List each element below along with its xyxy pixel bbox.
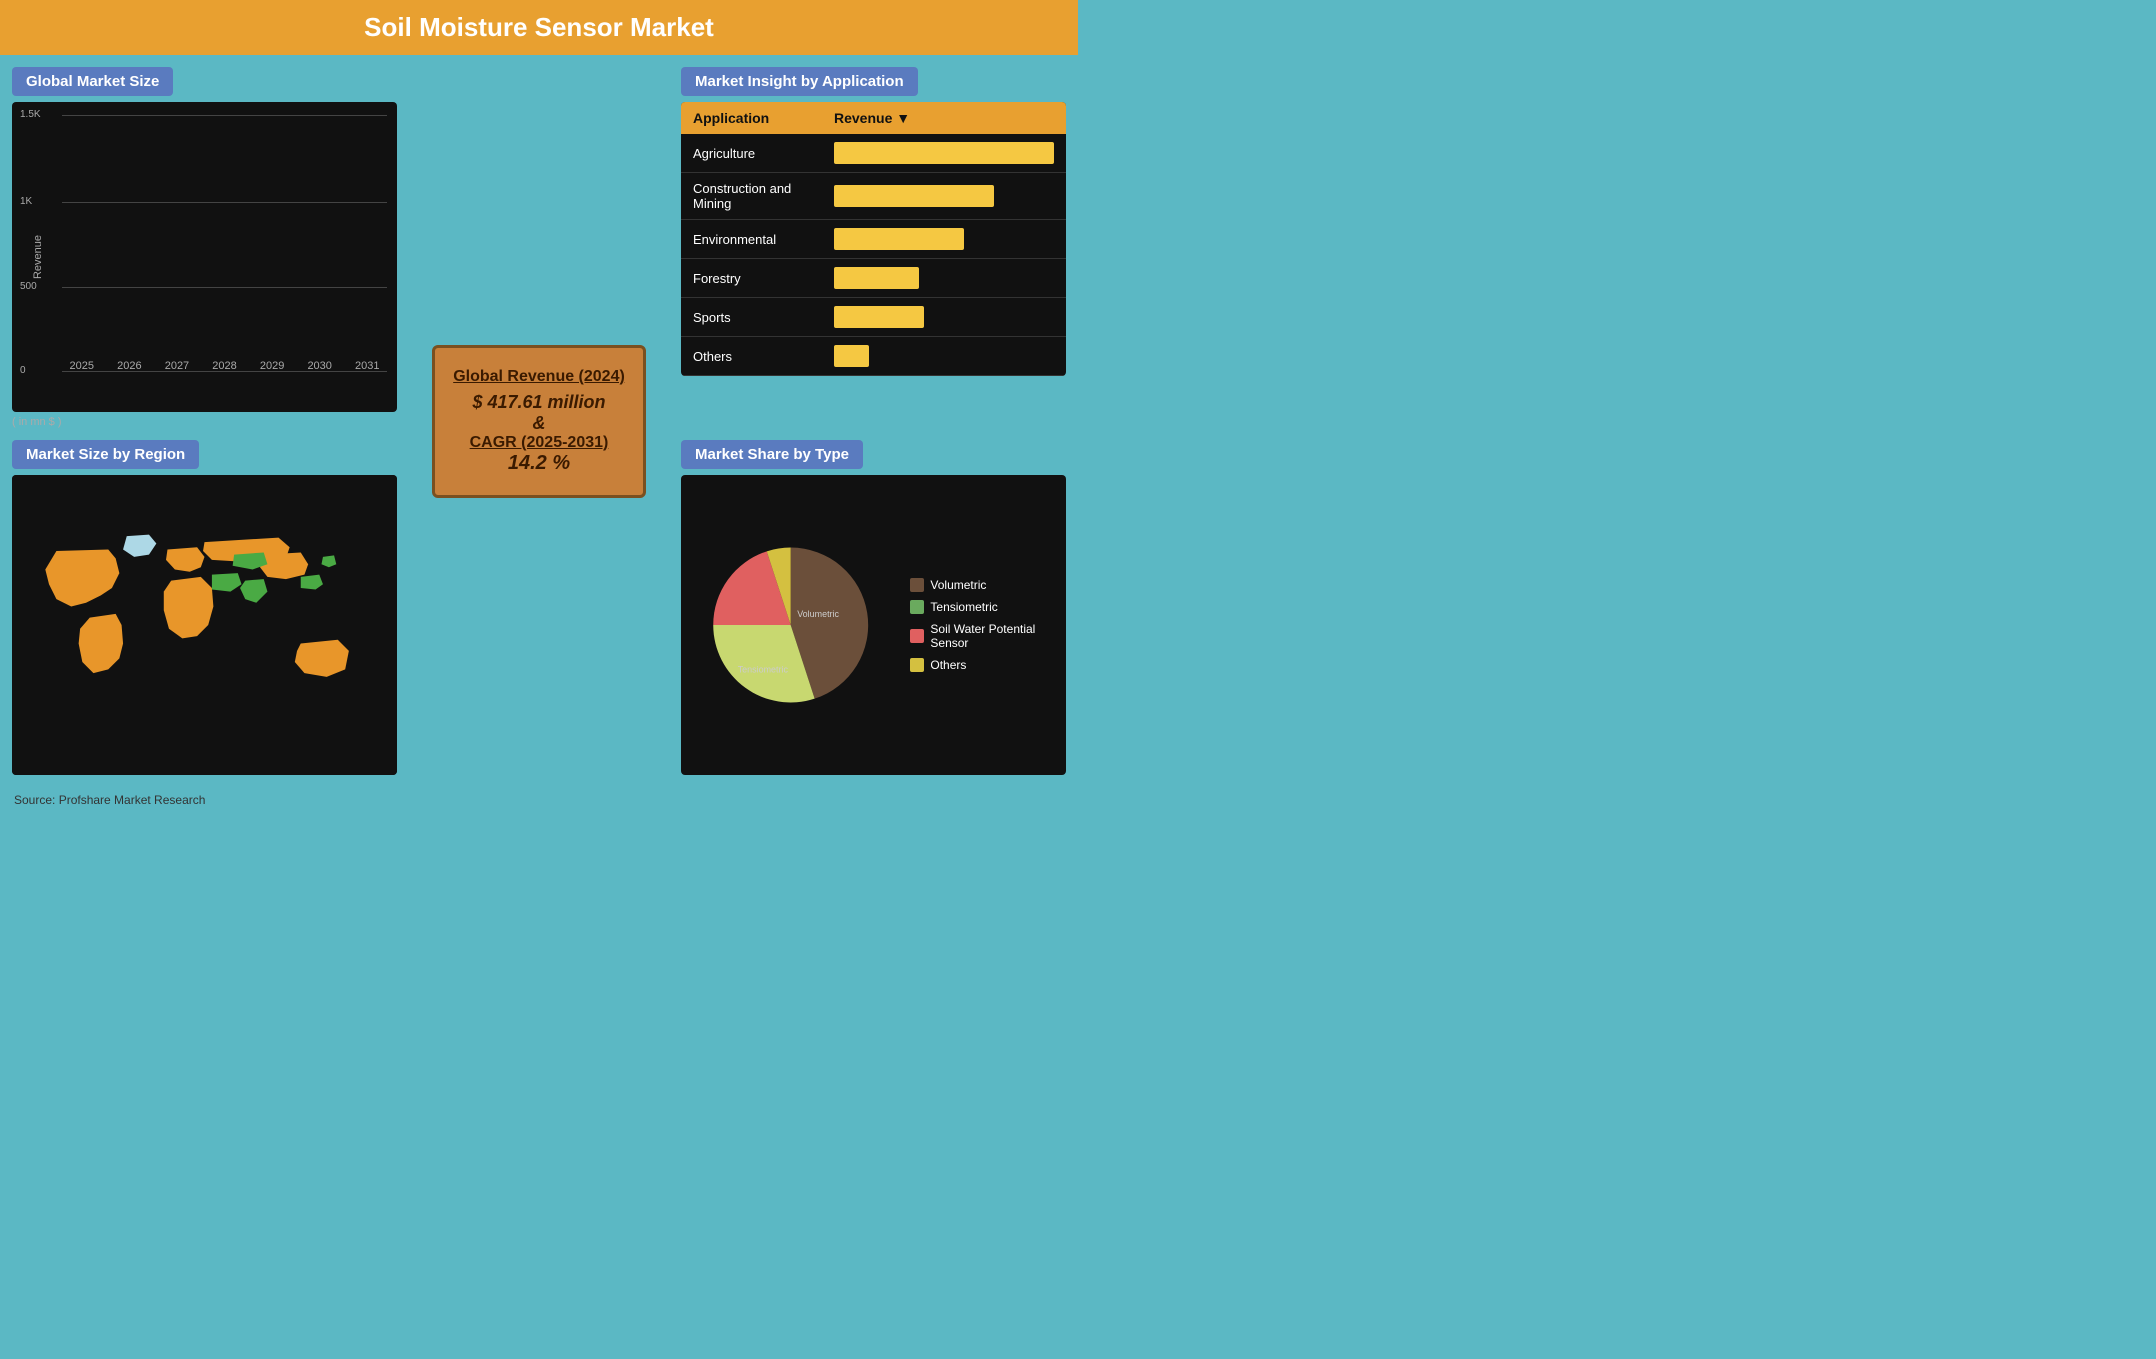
bar-2025-label: 2025 xyxy=(70,360,94,372)
app-bar-environmental xyxy=(822,220,1066,259)
type-label: Market Share by Type xyxy=(681,440,863,469)
center-column: Global Revenue (2024) $ 417.61 million &… xyxy=(409,67,669,775)
global-revenue-box: Global Revenue (2024) $ 417.61 million &… xyxy=(432,345,646,498)
region-section: Market Size by Region xyxy=(12,440,397,775)
cagr-label: CAGR (2025-2031) xyxy=(453,434,625,452)
legend-dot-tensiometric xyxy=(910,600,924,614)
legend-label-tensiometric: Tensiometric xyxy=(930,600,997,614)
col-application: Application xyxy=(681,102,822,134)
svg-text:Tensiometric: Tensiometric xyxy=(738,664,789,674)
app-bar-rect-environmental xyxy=(834,228,964,250)
india xyxy=(240,579,267,603)
bar-2028-label: 2028 xyxy=(212,360,236,372)
north-america xyxy=(45,549,119,606)
app-bar-forestry xyxy=(822,259,1066,298)
app-row-agriculture: Agriculture xyxy=(681,134,1066,173)
app-section-label: Market Insight by Application xyxy=(681,67,918,96)
legend-dot-volumetric xyxy=(910,578,924,592)
app-row-others: Others xyxy=(681,337,1066,376)
region-label: Market Size by Region xyxy=(12,440,199,469)
bar-2028: 2028 xyxy=(205,356,245,372)
bar-2031-label: 2031 xyxy=(355,360,379,372)
app-name-environmental: Environmental xyxy=(681,220,822,259)
south-america xyxy=(79,614,123,673)
middle-east xyxy=(212,573,242,592)
footer: Source: Profshare Market Research xyxy=(0,787,1078,813)
app-bar-others xyxy=(822,337,1066,376)
app-bar-construction xyxy=(822,173,1066,220)
se-asia xyxy=(301,575,323,590)
revenue-value: $ 417.61 million xyxy=(453,392,625,413)
chart-note: ( in mn $ ) xyxy=(12,416,397,428)
bars-container: 2025 2026 2027 2028 2029 xyxy=(62,116,387,372)
china xyxy=(260,552,308,579)
bar-2025: 2025 xyxy=(62,356,102,372)
app-name-construction: Construction and Mining xyxy=(681,173,822,220)
bar-2029: 2029 xyxy=(252,356,292,372)
app-bar-rect-sports xyxy=(834,306,924,328)
map-container xyxy=(12,475,397,775)
legend-dot-others xyxy=(910,658,924,672)
app-bar-rect-forestry xyxy=(834,267,919,289)
legend-volumetric: Volumetric xyxy=(910,578,1046,592)
pie-container: Volumetric Tensiometric Volumetric Tensio… xyxy=(681,475,1066,775)
legend-dot-soil-water xyxy=(910,629,924,643)
app-bar-rect-construction xyxy=(834,185,994,207)
app-table-header: Application Revenue ▼ xyxy=(681,102,1066,134)
app-panel: Application Revenue ▼ Agriculture Constr… xyxy=(681,102,1066,376)
app-name-sports: Sports xyxy=(681,298,822,337)
application-section: Market Insight by Application Applicatio… xyxy=(681,67,1066,428)
y-axis-label: Revenue xyxy=(32,235,44,279)
header: Soil Moisture Sensor Market xyxy=(0,0,1078,55)
australia xyxy=(295,640,349,677)
revenue-title: Global Revenue (2024) xyxy=(453,368,625,386)
legend-label-others: Others xyxy=(930,658,966,672)
svg-text:Volumetric: Volumetric xyxy=(797,609,839,619)
market-size-label: Global Market Size xyxy=(12,67,173,96)
app-row-environmental: Environmental xyxy=(681,220,1066,259)
greenland xyxy=(123,535,156,557)
europe xyxy=(166,547,205,571)
pie-legend: Volumetric Tensiometric Soil Water Poten… xyxy=(910,578,1046,672)
bar-2027-label: 2027 xyxy=(165,360,189,372)
app-bar-rect-others xyxy=(834,345,869,367)
pie-chart-svg: Volumetric Tensiometric xyxy=(701,515,880,735)
bar-2031: 2031 xyxy=(347,356,387,372)
app-row-sports: Sports xyxy=(681,298,1066,337)
africa xyxy=(164,577,214,638)
legend-soil-water: Soil Water Potential Sensor xyxy=(910,622,1046,650)
type-section: Market Share by Type Volumetric Tensiomet… xyxy=(681,440,1066,775)
app-bar-rect-agriculture xyxy=(834,142,1054,164)
app-row-forestry: Forestry xyxy=(681,259,1066,298)
bar-2026-label: 2026 xyxy=(117,360,141,372)
bar-chart: Revenue 1.5K 1K 500 0 2025 2026 2027 xyxy=(12,102,397,412)
app-name-forestry: Forestry xyxy=(681,259,822,298)
app-bar-agriculture xyxy=(822,134,1066,173)
bar-2030: 2030 xyxy=(300,356,340,372)
col-revenue: Revenue ▼ xyxy=(822,102,1066,134)
bar-2029-label: 2029 xyxy=(260,360,284,372)
app-row-construction: Construction and Mining xyxy=(681,173,1066,220)
app-table: Application Revenue ▼ Agriculture Constr… xyxy=(681,102,1066,376)
legend-tensiometric: Tensiometric xyxy=(910,600,1046,614)
cagr-value: 14.2 % xyxy=(453,452,625,475)
app-name-others: Others xyxy=(681,337,822,376)
bar-2027: 2027 xyxy=(157,356,197,372)
market-size-section: Global Market Size Revenue 1.5K 1K 500 0… xyxy=(12,67,397,428)
source-text: Source: Profshare Market Research xyxy=(14,793,205,807)
bar-2026: 2026 xyxy=(110,356,150,372)
bar-2030-label: 2030 xyxy=(307,360,331,372)
legend-label-volumetric: Volumetric xyxy=(930,578,986,592)
app-bar-sports xyxy=(822,298,1066,337)
app-name-agriculture: Agriculture xyxy=(681,134,822,173)
revenue-amp: & xyxy=(453,413,625,434)
world-map-svg xyxy=(12,475,397,775)
japan xyxy=(321,555,336,567)
legend-label-soil-water: Soil Water Potential Sensor xyxy=(930,622,1046,650)
page-title: Soil Moisture Sensor Market xyxy=(0,12,1078,43)
legend-others: Others xyxy=(910,658,1046,672)
